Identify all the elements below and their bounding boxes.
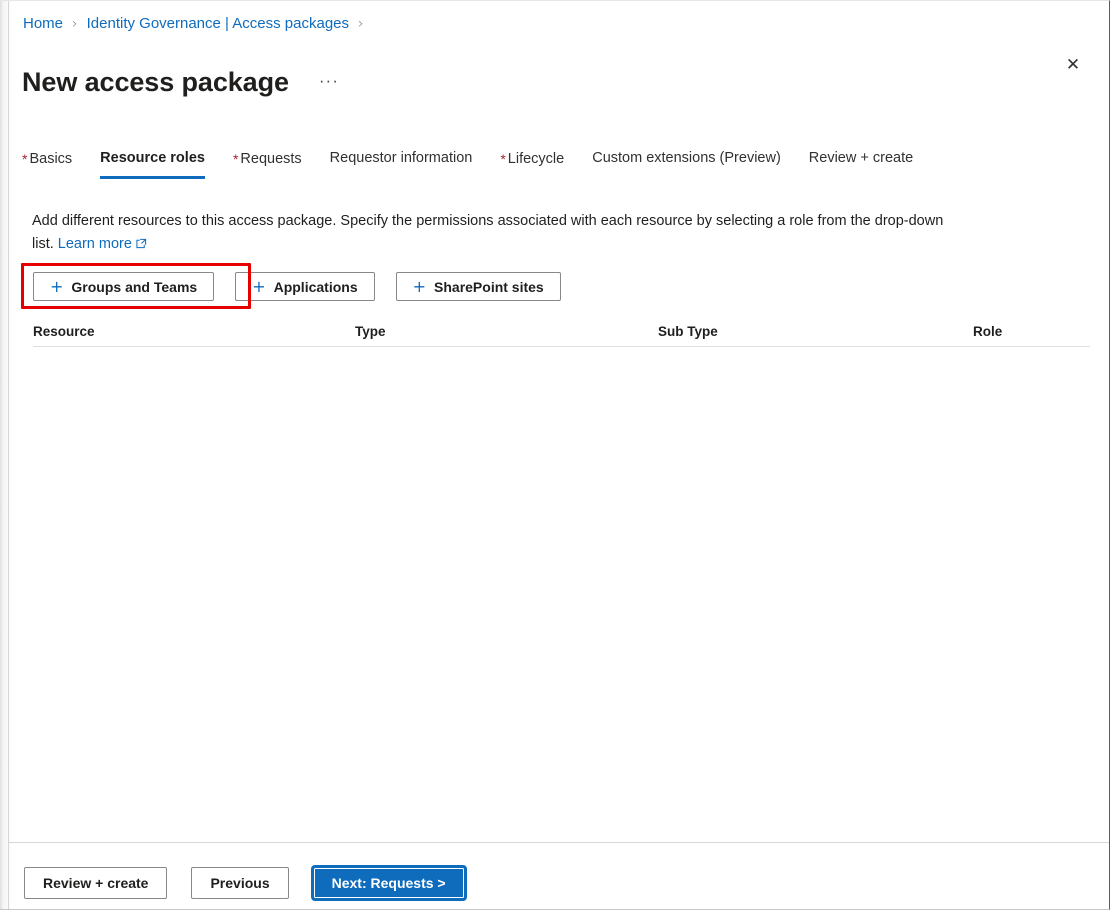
tab-label: Lifecycle bbox=[507, 151, 565, 167]
blade-left-rule bbox=[8, 1, 9, 909]
external-link-icon bbox=[136, 234, 147, 248]
learn-more-label: Learn more bbox=[57, 235, 132, 252]
close-icon[interactable]: ✕ bbox=[1057, 49, 1089, 81]
description-body: Add different resources to this access p… bbox=[32, 212, 944, 252]
description-text: Add different resources to this access p… bbox=[32, 210, 962, 256]
breadcrumb-separator-icon-2: › bbox=[358, 16, 364, 32]
plus-icon: + bbox=[50, 276, 64, 296]
more-options-icon[interactable]: ··· bbox=[319, 71, 339, 91]
tab-label: Requests bbox=[240, 151, 302, 167]
add-button-label: SharePoint sites bbox=[434, 278, 544, 295]
add-resource-buttons: + Groups and Teams + Applications + Shar… bbox=[33, 272, 561, 301]
add-groups-and-teams-button[interactable]: + Groups and Teams bbox=[33, 272, 215, 301]
tab-requestor-information[interactable]: Requestor information bbox=[330, 146, 473, 179]
breadcrumb-separator-icon: › bbox=[72, 16, 78, 32]
plus-icon: + bbox=[252, 276, 266, 296]
resource-table-header: Resource Type Sub Type Role bbox=[33, 317, 1090, 347]
tab-label: Review + create bbox=[808, 150, 914, 166]
wizard-footer: Review + create Previous Next: Requests … bbox=[24, 867, 465, 899]
tab-label: Resource roles bbox=[100, 150, 205, 166]
add-applications-button[interactable]: + Applications bbox=[235, 272, 375, 301]
plus-icon: + bbox=[412, 276, 427, 296]
column-header-sub-type: Sub Type bbox=[658, 324, 718, 339]
tab-resource-roles[interactable]: Resource roles bbox=[100, 146, 205, 179]
previous-button[interactable]: Previous bbox=[191, 867, 289, 899]
review-create-button[interactable]: Review + create bbox=[24, 867, 168, 899]
breadcrumb: Home › Identity Governance | Access pack… bbox=[23, 14, 373, 34]
tab-label: Custom extensions (Preview) bbox=[592, 150, 781, 166]
tab-lifecycle[interactable]: * Lifecycle bbox=[500, 146, 564, 180]
new-access-package-blade: Home › Identity Governance | Access pack… bbox=[0, 0, 1110, 910]
resource-table-body bbox=[33, 348, 1090, 828]
add-button-label: Applications bbox=[273, 278, 358, 295]
blade-left-shadow bbox=[0, 1, 12, 909]
tab-label: Basics bbox=[29, 151, 73, 167]
add-sharepoint-sites-button[interactable]: + SharePoint sites bbox=[395, 272, 561, 301]
column-header-role: Role bbox=[973, 324, 1003, 339]
add-button-label: Groups and Teams bbox=[71, 278, 198, 295]
tab-requests[interactable]: * Requests bbox=[233, 146, 302, 180]
page-title: New access package bbox=[22, 67, 289, 98]
tab-custom-extensions[interactable]: Custom extensions (Preview) bbox=[592, 146, 781, 179]
wizard-tabs: * Basics Resource roles * Requests Request… bbox=[22, 146, 941, 180]
learn-more-link[interactable]: Learn more bbox=[58, 236, 147, 252]
required-indicator: * bbox=[232, 151, 239, 167]
column-header-type: Type bbox=[355, 324, 386, 339]
required-indicator: * bbox=[22, 151, 28, 167]
breadcrumb-item-home[interactable]: Home bbox=[23, 14, 63, 34]
required-indicator: * bbox=[500, 151, 506, 167]
tab-review-create[interactable]: Review + create bbox=[809, 146, 913, 179]
footer-divider bbox=[9, 842, 1109, 843]
next-requests-button[interactable]: Next: Requests > bbox=[312, 867, 465, 899]
breadcrumb-item-identity-governance[interactable]: Identity Governance | Access packages bbox=[87, 14, 349, 34]
title-row: New access package ··· bbox=[22, 47, 339, 117]
tab-basics[interactable]: * Basics bbox=[22, 146, 72, 180]
tab-label: Requestor information bbox=[329, 150, 473, 166]
column-header-resource: Resource bbox=[33, 324, 95, 339]
